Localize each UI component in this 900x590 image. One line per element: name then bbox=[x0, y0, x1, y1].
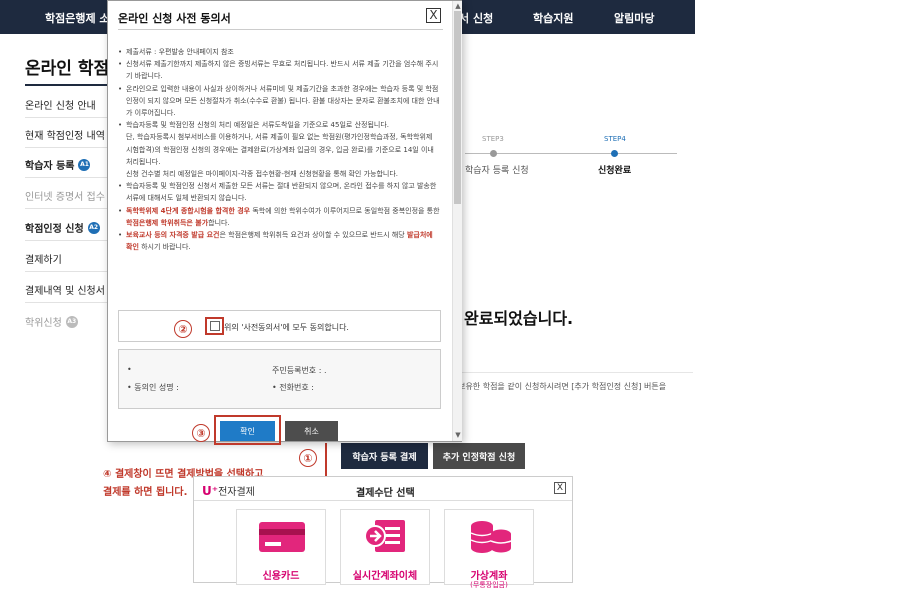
sidebar-item-current-credits[interactable]: 현재 학점인정 내역 bbox=[25, 127, 105, 142]
term-item: 학습자등록 및 학점인정 신청서 제출한 모든 서류는 절대 반환되지 않으며,… bbox=[118, 180, 441, 204]
annotation-number-3: ③ bbox=[192, 424, 210, 442]
sidebar-item-payment[interactable]: 결제하기 bbox=[25, 251, 62, 266]
uplus-mark: U⁺ bbox=[202, 484, 219, 498]
pay-option-label: 실시간계좌이체 bbox=[352, 571, 418, 582]
bank-transfer-icon bbox=[364, 520, 405, 552]
sidebar-divider bbox=[25, 147, 110, 148]
resident-number-label: 주민등록번호 : . bbox=[272, 366, 327, 375]
sidebar-item-label: 학점인정 신청 bbox=[25, 224, 84, 235]
step-dot-active bbox=[611, 150, 618, 157]
sidebar-item-label: 결제내역 및 신청서 출 bbox=[25, 286, 118, 297]
additional-credit-button[interactable]: 추가 인정학점 신청 bbox=[433, 443, 525, 469]
scrollbar-thumb[interactable] bbox=[454, 11, 461, 204]
credit-card-icon bbox=[259, 522, 305, 552]
step-label: STEP4 bbox=[604, 135, 626, 143]
phone-text: 전화번호 : bbox=[279, 383, 314, 392]
sidebar-item-degree-application[interactable]: 학위신청 A3 bbox=[25, 314, 78, 329]
confirm-button[interactable]: 확인 bbox=[220, 421, 275, 441]
term-text: 합니다. bbox=[208, 218, 230, 227]
step-badge: A2 bbox=[87, 221, 100, 234]
coins-icon bbox=[470, 521, 512, 553]
sidebar-item-label: 학위신청 bbox=[25, 318, 62, 329]
info-text: , 보유한 학점을 같이 신청하시려면 [추가 학점인정 신청] 버튼을 bbox=[453, 382, 667, 391]
term-item: 신청 건수별 처리 예정일은 마이페이지-각종 접수현황-현재 신청현황을 통해… bbox=[126, 170, 399, 179]
title-underline bbox=[25, 84, 110, 86]
step-badge: A1 bbox=[78, 158, 91, 171]
sidebar-item-learner-registration[interactable]: 학습자 등록 A1 bbox=[25, 157, 91, 172]
sidebar-item-internet-certificate[interactable]: 인터넷 증명서 접수 bbox=[25, 188, 105, 203]
term-item: 신청서류 제출기한까지 제출하지 않은 증빙서류는 무효로 처리됩니다. 반드시… bbox=[118, 58, 441, 82]
consent-terms: 제출서류 : 우편발송 안내페이지 참조 신청서류 제출기한까지 제출하지 않은… bbox=[118, 46, 441, 253]
sidebar-item-label: 온라인 신청 안내 bbox=[25, 101, 96, 112]
payment-close-icon[interactable]: X bbox=[554, 482, 566, 494]
annotation-number-2: ② bbox=[174, 320, 192, 338]
sidebar-divider bbox=[25, 240, 110, 241]
nav-item-notice[interactable]: 알림마당 bbox=[614, 10, 654, 26]
term-item: 제출서류 : 우편발송 안내페이지 참조 bbox=[118, 46, 441, 58]
sidebar-item-online-guide[interactable]: 온라인 신청 안내 bbox=[25, 97, 96, 112]
sidebar-divider bbox=[25, 208, 110, 209]
term-item: 단, 학습자등록시 첨부서비스를 이용하거나, 서류 제출이 필요 없는 학점원… bbox=[126, 133, 434, 166]
scroll-down-icon[interactable]: ▼ bbox=[454, 431, 462, 439]
pay-option-label: 신용카드 bbox=[262, 571, 300, 582]
sidebar-item-label: 현재 학점인정 내역 bbox=[25, 131, 105, 142]
modal-scrollbar[interactable]: ▲ ▼ bbox=[452, 1, 462, 441]
nav-item-apply[interactable]: 서 신청 bbox=[459, 10, 493, 26]
payment-header: U⁺전자결제 결제수단 선택 X bbox=[194, 477, 572, 501]
pay-option-credit-card[interactable]: 신용카드 bbox=[236, 509, 326, 585]
sidebar-divider bbox=[25, 271, 110, 272]
phone-label: • 전화번호 : bbox=[272, 383, 314, 392]
nav-item-credit-bank[interactable]: 학점은행제 소 bbox=[45, 10, 110, 26]
consent-modal: 온라인 신청 사전 동의서 X 제출서류 : 우편발송 안내페이지 참조 신청서… bbox=[107, 0, 462, 445]
scroll-up-icon[interactable]: ▲ bbox=[454, 2, 462, 10]
step-badge: A3 bbox=[65, 315, 78, 328]
sidebar-item-label: 결제하기 bbox=[25, 255, 62, 266]
divider bbox=[453, 372, 693, 373]
annotation-number-1: ① bbox=[299, 449, 317, 467]
term-highlight: 독학학위제 4단계 종합시험을 합격한 경우 bbox=[126, 206, 251, 215]
term-highlight: 보육교사 등의 자격증 발급 요건 bbox=[126, 231, 220, 240]
nav-item-learning-support[interactable]: 학습지원 bbox=[533, 10, 573, 26]
term-item: 온라인으로 입력한 내용이 사실과 상이하거나 서류미비 및 제출기간을 초과한… bbox=[118, 83, 441, 120]
term-item: 학습자등록 및 학점인정 신청의 처리 예정일은 서류도착일을 기준으로 45일… bbox=[118, 119, 441, 131]
annotation-highlight-checkbox bbox=[205, 317, 224, 335]
step-name-active: 신청완료 bbox=[598, 166, 632, 176]
step-dot bbox=[490, 150, 497, 157]
payment-window: U⁺전자결제 결제수단 선택 X 신용카드 실시간계좌이체 가상계좌 (무통장입… bbox=[193, 476, 573, 589]
agree-label[interactable]: 위의 '사전동의서'에 모두 동의합니다. bbox=[224, 322, 349, 333]
step-label: STEP3 bbox=[482, 135, 504, 143]
term-item-warning: 독학학위제 4단계 종합시험을 합격한 경우 독학에 의한 학위수여가 이루어지… bbox=[118, 205, 441, 229]
annotation-step4-line2: 결제를 하면 됩니다. bbox=[103, 487, 188, 498]
payment-title: 결제수단 선택 bbox=[356, 488, 415, 499]
term-highlight: 학점은행제 학위취득은 불가 bbox=[126, 218, 209, 227]
modal-close-icon[interactable]: X bbox=[426, 8, 441, 23]
term-text: 은 학점은행제 학위취득 요건과 상이할 수 있으므로 반드시 해당 bbox=[219, 231, 407, 240]
sidebar-divider bbox=[25, 117, 110, 118]
pay-option-virtual-account[interactable]: 가상계좌 (무통장입금) bbox=[444, 509, 534, 589]
modal-divider bbox=[118, 29, 443, 30]
sidebar-divider bbox=[25, 302, 110, 303]
sidebar-item-label: 학습자 등록 bbox=[25, 161, 75, 172]
consenter-name-label: • 동의인 성명 : bbox=[127, 383, 179, 392]
sidebar-item-credit-recognition[interactable]: 학점인정 신청 A2 bbox=[25, 220, 100, 235]
step-name: 학습자 등록 신청 bbox=[465, 166, 529, 176]
sidebar-item-label: 인터넷 증명서 접수 bbox=[25, 192, 105, 203]
pay-option-bank-transfer[interactable]: 실시간계좌이체 bbox=[340, 509, 430, 585]
complete-message: 완료되었습니다. bbox=[464, 309, 574, 328]
agree-box: 위의 '사전동의서'에 모두 동의합니다. bbox=[118, 310, 441, 342]
info-bullet: • bbox=[127, 365, 132, 374]
term-item-warning: 보육교사 등의 자격증 발급 요건은 학점은행제 학위취득 요건과 상이할 수 … bbox=[118, 229, 441, 253]
cancel-button[interactable]: 취소 bbox=[285, 421, 338, 441]
sidebar-divider bbox=[25, 177, 110, 178]
consenter-info-box: • 주민등록번호 : . • 동의인 성명 : • 전화번호 : bbox=[118, 349, 441, 409]
consenter-name-text: 동의인 성명 : bbox=[134, 383, 179, 392]
uplus-logo: U⁺전자결제 bbox=[202, 483, 255, 498]
uplus-logo-text: 전자결제 bbox=[218, 487, 255, 498]
pay-option-sub: (무통장입금) bbox=[470, 581, 508, 589]
term-text: 독학에 의한 학위수여가 이루어지므로 동일학점 중복인정을 통한 bbox=[250, 206, 440, 215]
sidebar-item-payment-history[interactable]: 결제내역 및 신청서 출 bbox=[25, 282, 117, 297]
learner-registration-payment-button[interactable]: 학습자 등록 결제 bbox=[341, 443, 428, 469]
modal-title: 온라인 신청 사전 동의서 bbox=[118, 12, 231, 25]
term-text: 하시기 바랍니다. bbox=[138, 243, 191, 252]
